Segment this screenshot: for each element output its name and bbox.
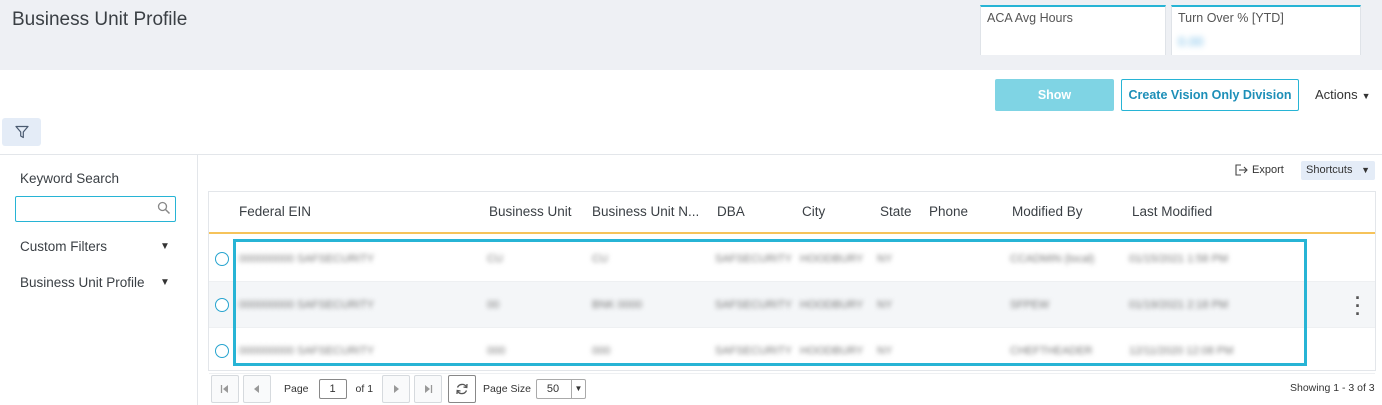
business-unit-profile-toggle[interactable]: Business Unit Profile xyxy=(20,275,145,290)
page-label: Page xyxy=(284,383,309,395)
cell-city: HOODBURY xyxy=(800,299,864,311)
custom-filters-toggle[interactable]: Custom Filters xyxy=(20,239,107,254)
actions-label: Actions xyxy=(1315,87,1358,102)
cell-modified-by: SFPEW xyxy=(1010,299,1050,311)
prev-page-icon xyxy=(254,385,259,393)
keyword-search-input[interactable] xyxy=(20,198,155,220)
page-header: Business Unit Profile ACA Avg Hours Turn… xyxy=(0,0,1382,70)
table-row[interactable]: 000000000 SAFSECURITY CU CU SAFSECURITY … xyxy=(209,236,1375,282)
page-number-input[interactable]: 1 xyxy=(318,379,347,399)
show-button[interactable]: Show xyxy=(995,79,1114,111)
row-select-radio[interactable] xyxy=(215,298,229,312)
refresh-button[interactable] xyxy=(448,375,477,403)
cell-state: NY xyxy=(877,299,893,311)
record-count-status: Showing 1 - 3 of 3 xyxy=(1290,382,1375,394)
caret-down-icon: ▼ xyxy=(1361,165,1370,175)
search-icon[interactable] xyxy=(157,201,171,215)
next-page-icon xyxy=(394,385,400,393)
page-size-label: Page Size xyxy=(483,383,531,395)
first-page-button[interactable] xyxy=(211,375,239,403)
cell-dba: SAFSECURITY xyxy=(715,299,793,311)
row-select-radio[interactable] xyxy=(215,252,229,266)
shortcuts-label: Shortcuts xyxy=(1306,164,1353,176)
column-header-state[interactable]: State xyxy=(880,204,912,219)
page-count-label: of 1 xyxy=(355,383,374,395)
cell-federal-ein: 000000000 SAFSECURITY xyxy=(239,253,375,265)
cell-last-modified: 01/15/2021 1:58 PM xyxy=(1129,253,1229,265)
actions-menu[interactable]: Actions ▼ xyxy=(1315,87,1371,102)
last-page-button[interactable] xyxy=(414,375,443,403)
column-header-modified-by[interactable]: Modified By xyxy=(1012,204,1083,219)
cell-last-modified: 01/19/2021 2:18 PM xyxy=(1129,299,1229,311)
cell-business-unit: CU xyxy=(487,253,503,265)
cell-dba: SAFSECURITY xyxy=(715,253,793,265)
kpi-card-aca-avg-hours[interactable]: ACA Avg Hours xyxy=(980,5,1166,55)
next-page-button[interactable] xyxy=(382,375,411,403)
grid-header: Federal EIN Business Unit Business Unit … xyxy=(209,192,1375,234)
cell-business-unit-name: BNK 0000 xyxy=(592,299,643,311)
caret-down-icon[interactable]: ▼ xyxy=(160,277,170,288)
caret-down-icon: ▼ xyxy=(1361,91,1371,101)
keyword-search-label: Keyword Search xyxy=(20,171,120,186)
cell-federal-ein: 000000000 SAFSECURITY xyxy=(239,345,375,357)
cell-modified-by: CHEFTHEADER xyxy=(1010,345,1093,357)
refresh-icon xyxy=(456,383,468,395)
column-header-last-modified[interactable]: Last Modified xyxy=(1132,204,1212,219)
kpi-label: ACA Avg Hours xyxy=(987,11,1073,25)
cell-business-unit: 000 xyxy=(487,345,506,357)
divider xyxy=(197,155,198,405)
last-page-icon xyxy=(425,385,433,393)
caret-down-icon[interactable]: ▼ xyxy=(160,241,170,252)
page-title: Business Unit Profile xyxy=(12,9,188,30)
column-header-federal-ein[interactable]: Federal EIN xyxy=(239,204,311,219)
cell-state: NY xyxy=(877,345,893,357)
cell-dba: SAFSECURITY xyxy=(715,345,793,357)
column-header-phone[interactable]: Phone xyxy=(929,204,968,219)
shortcuts-dropdown[interactable]: Shortcuts ▼ xyxy=(1301,161,1375,180)
export-icon xyxy=(1235,164,1248,176)
cell-city: HOODBURY xyxy=(800,345,864,357)
cell-business-unit: 00 xyxy=(487,299,500,311)
first-page-icon xyxy=(220,385,228,393)
page-size-value: 50 xyxy=(546,383,560,395)
column-header-city[interactable]: City xyxy=(802,204,825,219)
filter-toggle-button[interactable] xyxy=(2,118,41,146)
cell-business-unit-name: 000 xyxy=(592,345,611,357)
cell-modified-by: CCADMIN (local) xyxy=(1010,253,1095,265)
divider xyxy=(0,154,1382,155)
column-header-dba[interactable]: DBA xyxy=(717,204,745,219)
data-grid: Federal EIN Business Unit Business Unit … xyxy=(208,191,1376,374)
page-size-select[interactable]: 50 ▼ xyxy=(535,379,586,399)
cell-business-unit-name: CU xyxy=(592,253,608,265)
kpi-card-turn-over[interactable]: Turn Over % [YTD] 0.00 xyxy=(1171,5,1361,55)
cell-federal-ein: 000000000 SAFSECURITY xyxy=(239,299,375,311)
prev-page-button[interactable] xyxy=(243,375,271,403)
create-vision-only-division-button[interactable]: Create Vision Only Division xyxy=(1121,79,1299,111)
cell-state: NY xyxy=(877,253,893,265)
caret-down-icon: ▼ xyxy=(570,380,585,398)
kpi-label: Turn Over % [YTD] xyxy=(1178,11,1284,25)
funnel-icon xyxy=(14,125,29,139)
export-button[interactable]: Export xyxy=(1235,164,1284,176)
row-select-radio[interactable] xyxy=(215,344,229,358)
pager: Page 1 of 1 Page Size 50 ▼ xyxy=(211,375,586,403)
export-label: Export xyxy=(1252,164,1284,176)
kpi-value: 0.00 xyxy=(1178,34,1204,49)
keyword-search-field[interactable] xyxy=(15,196,176,222)
column-header-business-unit-name[interactable]: Business Unit N... xyxy=(592,204,699,219)
table-row[interactable]: 000000000 SAFSECURITY 000 000 SAFSECURIT… xyxy=(209,328,1375,374)
row-actions-kebab-icon[interactable]: · · · xyxy=(1355,289,1361,323)
column-header-business-unit[interactable]: Business Unit xyxy=(489,204,572,219)
table-row[interactable]: 000000000 SAFSECURITY 00 BNK 0000 SAFSEC… xyxy=(209,282,1375,328)
cell-last-modified: 12/11/2020 12:08 PM xyxy=(1129,345,1234,357)
cell-city: HOODBURY xyxy=(800,253,864,265)
